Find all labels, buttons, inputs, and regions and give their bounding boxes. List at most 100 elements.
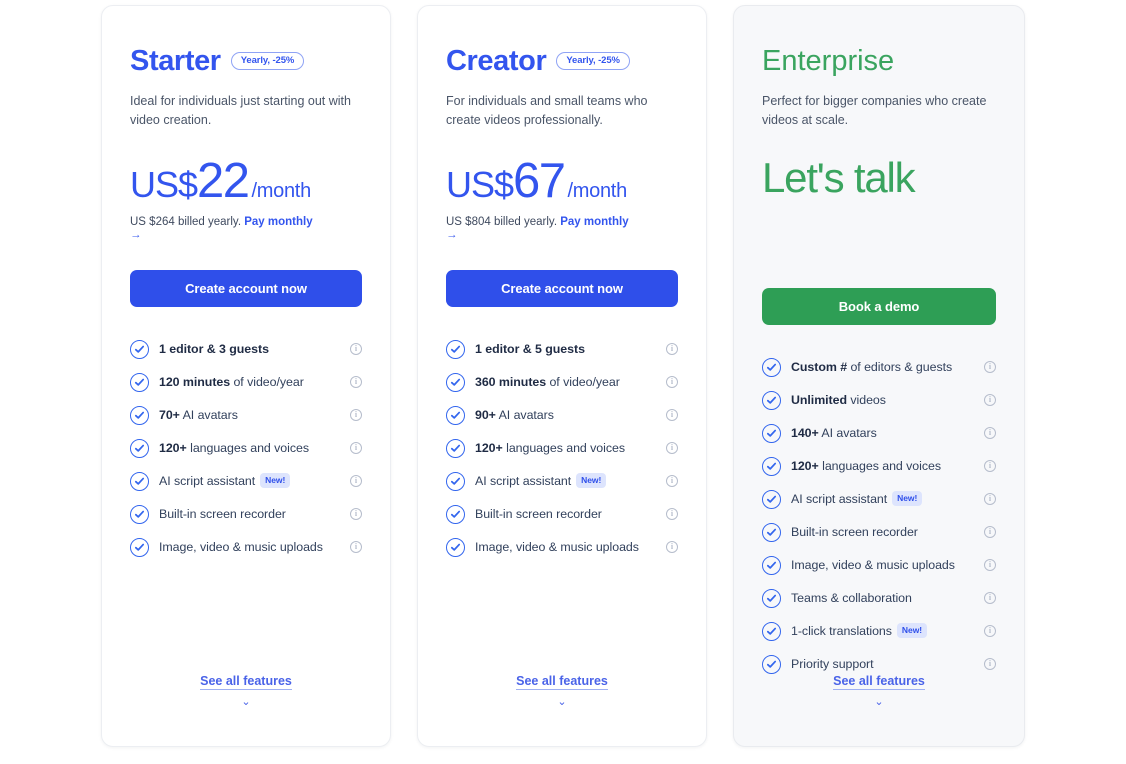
create-account-button[interactable]: Create account now bbox=[446, 269, 678, 307]
feature-row: AI script assistant New! i bbox=[762, 483, 996, 516]
info-icon[interactable]: i bbox=[666, 541, 678, 554]
feature-label-rest: Built-in screen recorder bbox=[791, 525, 918, 540]
feature-row: Image, video & music uploads i bbox=[130, 531, 362, 564]
billing-note: US $804 billed yearly. Pay monthly → bbox=[446, 215, 678, 243]
info-icon[interactable]: i bbox=[350, 508, 362, 521]
info-icon[interactable]: i bbox=[350, 376, 362, 389]
feature-row: Custom # of editors & guests i bbox=[762, 351, 996, 384]
new-badge: New! bbox=[576, 473, 607, 489]
info-icon[interactable]: i bbox=[666, 343, 678, 356]
check-circle-icon bbox=[762, 555, 781, 575]
feature-label: Teams & collaboration bbox=[791, 590, 974, 606]
feature-row: AI script assistant New! i bbox=[130, 465, 362, 498]
chevron-down-icon: ⌄ bbox=[874, 696, 884, 708]
pricing-card-starter: Starter Yearly, -25% Ideal for individuals… bbox=[101, 5, 391, 747]
feature-label: AI script assistant New! bbox=[791, 491, 974, 507]
feature-row: 70+ AI avatars i bbox=[130, 399, 362, 432]
feature-label-rest: languages and voices bbox=[186, 441, 309, 456]
info-icon[interactable]: i bbox=[350, 343, 362, 356]
info-icon[interactable]: i bbox=[666, 508, 678, 521]
feature-label-rest: videos bbox=[847, 393, 886, 408]
feature-label: AI script assistant New! bbox=[475, 473, 656, 489]
feature-row: 120+ languages and voices i bbox=[446, 432, 678, 465]
pay-monthly-link[interactable]: Pay monthly bbox=[560, 216, 628, 228]
info-icon[interactable]: i bbox=[984, 559, 996, 572]
check-circle-icon bbox=[762, 654, 781, 674]
feature-label: 120+ languages and voices bbox=[475, 440, 656, 456]
feature-row: Unlimited videos i bbox=[762, 384, 996, 417]
pay-monthly-link[interactable]: Pay monthly bbox=[244, 216, 312, 228]
plan-description: Ideal for individuals just starting out … bbox=[130, 94, 351, 128]
yearly-discount-badge: Yearly, -25% bbox=[556, 52, 630, 70]
feature-label-bold: Custom # bbox=[791, 360, 848, 375]
feature-label: 140+ AI avatars bbox=[791, 425, 974, 441]
feature-label-bold: 120+ bbox=[159, 441, 187, 456]
feature-label-rest: Image, video & music uploads bbox=[159, 540, 323, 555]
cta-spacer bbox=[762, 243, 996, 261]
info-icon[interactable]: i bbox=[666, 442, 678, 455]
plan-name: Creator bbox=[446, 44, 547, 77]
billing-note: US $264 billed yearly. Pay monthly → bbox=[130, 215, 362, 243]
feature-label: 120+ languages and voices bbox=[159, 440, 340, 456]
feature-label: Built-in screen recorder bbox=[475, 506, 656, 522]
price-block-enterprise: Let's talk bbox=[762, 156, 996, 243]
feature-label: 360 minutes of video/year bbox=[475, 374, 656, 390]
info-icon[interactable]: i bbox=[984, 460, 996, 473]
info-icon[interactable]: i bbox=[350, 409, 362, 422]
check-circle-icon bbox=[762, 621, 781, 641]
feature-row: 1 editor & 5 guests i bbox=[446, 333, 678, 366]
check-circle-icon bbox=[130, 372, 149, 392]
info-icon[interactable]: i bbox=[984, 592, 996, 605]
feature-label-rest: of video/year bbox=[230, 375, 304, 390]
book-a-demo-button[interactable]: Book a demo bbox=[762, 287, 996, 325]
info-icon[interactable]: i bbox=[350, 442, 362, 455]
check-circle-icon bbox=[446, 372, 465, 392]
info-icon[interactable]: i bbox=[984, 427, 996, 440]
price-period: /month bbox=[567, 179, 628, 202]
feature-label-bold: 1 editor & 3 guests bbox=[159, 342, 269, 357]
feature-label: 1 editor & 5 guests bbox=[475, 341, 656, 357]
see-all-features-link[interactable]: See all features ⌄ bbox=[734, 672, 1024, 708]
create-account-button[interactable]: Create account now bbox=[130, 269, 362, 307]
price-block-creator: US$ 67/month US $804 billed yearly. Pay mo… bbox=[446, 156, 678, 243]
feature-label-rest: AI script assistant bbox=[159, 474, 256, 489]
feature-row: Built-in screen recorder i bbox=[446, 498, 678, 531]
feature-list-starter: 1 editor & 3 guests i 120 minutes of video… bbox=[130, 333, 362, 564]
plan-name: Enterprise bbox=[762, 44, 895, 77]
info-icon[interactable]: i bbox=[984, 658, 996, 671]
info-icon[interactable]: i bbox=[666, 409, 678, 422]
info-icon[interactable]: i bbox=[350, 541, 362, 554]
yearly-discount-badge: Yearly, -25% bbox=[230, 52, 305, 70]
info-icon[interactable]: i bbox=[984, 394, 996, 407]
check-circle-icon bbox=[762, 489, 781, 509]
feature-label-rest: Priority support bbox=[791, 657, 874, 672]
feature-label-bold: 120 minutes bbox=[159, 375, 231, 390]
billed-yearly-text: US $804 billed yearly. bbox=[446, 215, 558, 228]
see-all-features-link[interactable]: See all features ⌄ bbox=[102, 672, 390, 708]
info-icon[interactable]: i bbox=[666, 376, 678, 389]
info-icon[interactable]: i bbox=[666, 475, 678, 488]
feature-label-bold: 70+ bbox=[159, 408, 180, 423]
info-icon[interactable]: i bbox=[984, 361, 996, 374]
check-circle-icon bbox=[446, 471, 465, 491]
price-period: /month bbox=[251, 179, 312, 202]
pricing-cards-container: Starter Yearly, -25% Ideal for individuals… bbox=[0, 0, 1126, 764]
feature-label-bold: 1 editor & 5 guests bbox=[475, 342, 585, 357]
feature-label-rest: AI avatars bbox=[179, 408, 238, 423]
info-icon[interactable]: i bbox=[984, 625, 996, 638]
feature-label: 1-click translations New! bbox=[791, 623, 974, 639]
pricing-card-enterprise: Enterprise Perfect for bigger companies w… bbox=[733, 5, 1025, 747]
price-currency: US$ bbox=[446, 163, 514, 205]
feature-label-bold: Unlimited bbox=[791, 393, 847, 408]
feature-row: 120 minutes of video/year i bbox=[130, 366, 362, 399]
see-all-features-link[interactable]: See all features ⌄ bbox=[418, 672, 706, 708]
info-icon[interactable]: i bbox=[984, 526, 996, 539]
feature-label: 120 minutes of video/year bbox=[159, 374, 340, 390]
feature-list-enterprise: Custom # of editors & guests i Unlimited v… bbox=[762, 351, 996, 681]
feature-label: Custom # of editors & guests bbox=[791, 359, 974, 375]
info-icon[interactable]: i bbox=[984, 493, 996, 506]
feature-row: 140+ AI avatars i bbox=[762, 417, 996, 450]
info-icon[interactable]: i bbox=[350, 475, 362, 488]
feature-label-rest: 1-click translations bbox=[791, 624, 892, 639]
feature-label-rest: Built-in screen recorder bbox=[475, 507, 602, 522]
